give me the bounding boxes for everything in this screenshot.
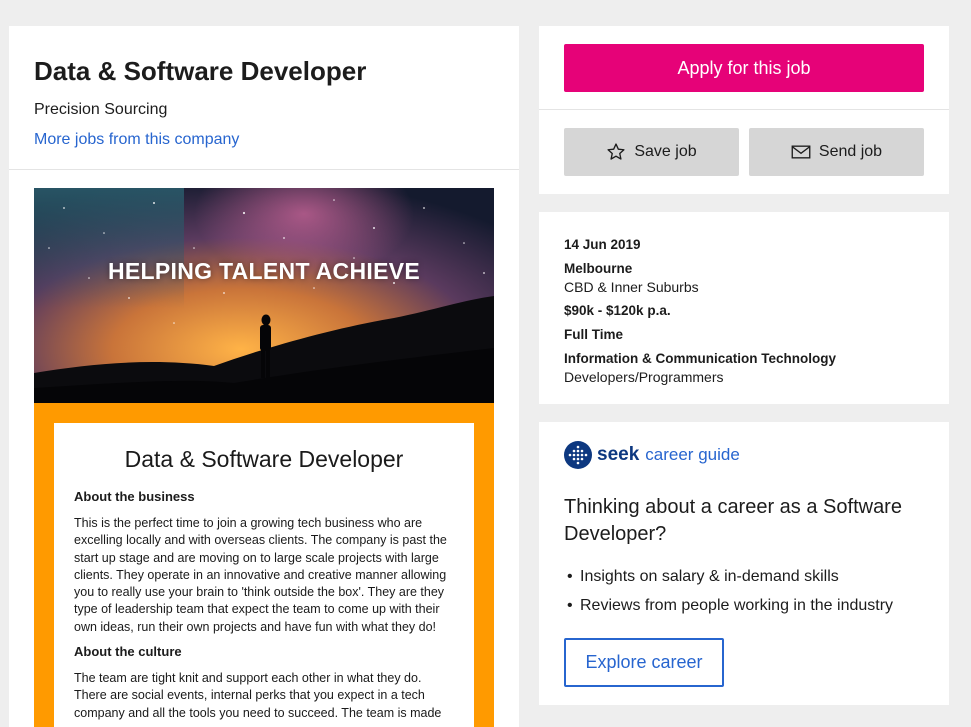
list-item-text: Insights on salary & in-demand skills	[580, 568, 839, 585]
job-salary: $90k - $120k p.a.	[564, 303, 671, 318]
section-body-culture: The team are tight knit and support each…	[74, 671, 442, 720]
job-classification: Information & Communication Technology	[564, 351, 836, 366]
save-job-button[interactable]: Save job	[564, 128, 739, 176]
section-heading-culture: About the culture	[74, 644, 182, 660]
send-job-label: Send job	[818, 143, 883, 160]
seek-logo-icon	[564, 441, 592, 469]
list-item-text: Reviews from people working in the indus…	[580, 597, 894, 614]
job-description-card: Data & Software Developer Precision Sour…	[9, 26, 519, 727]
job-banner-image: HELPING TALENT ACHIEVE	[34, 188, 494, 403]
divider	[539, 109, 949, 110]
list-item: • Reviews from people working in the indu…	[564, 591, 924, 620]
career-guide-label: career guide	[645, 445, 740, 464]
apply-card: Apply for this job Save job Send job	[539, 26, 949, 194]
job-title: Data & Software Developer	[34, 56, 367, 86]
listing-date: 14 Jun 2019	[564, 237, 641, 252]
career-guide-logo: seek career guide	[564, 440, 924, 470]
ad-frame: Data & Software Developer About the busi…	[34, 403, 494, 727]
work-type: Full Time	[564, 327, 624, 342]
list-item: • Insights on salary & in-demand skills	[564, 562, 924, 591]
job-details-card: 14 Jun 2019 Melbourne CBD & Inner Suburb…	[539, 212, 949, 404]
seek-brand: seek	[597, 444, 640, 465]
night-sky-illustration	[34, 188, 494, 403]
job-area: CBD & Inner Suburbs	[564, 279, 699, 295]
envelope-icon	[791, 145, 811, 159]
job-subclassification: Developers/Programmers	[564, 369, 724, 385]
more-jobs-link[interactable]: More jobs from this company	[34, 130, 239, 150]
send-job-button[interactable]: Send job	[749, 128, 924, 176]
ad-title: Data & Software Developer	[124, 446, 404, 472]
section-heading-business: About the business	[74, 489, 195, 504]
job-ad-content: Data & Software Developer About the busi…	[54, 423, 474, 727]
company-name: Precision Sourcing	[34, 101, 168, 118]
career-question: Thinking about a career as a Software De…	[564, 496, 902, 545]
section-body-business: This is the perfect time to join a growi…	[74, 516, 447, 634]
career-benefits-list: • Insights on salary & in-demand skills •…	[564, 562, 924, 620]
explore-career-button[interactable]: Explore career	[564, 638, 724, 687]
save-job-label: Save job	[634, 143, 697, 160]
career-guide-card: seek career guide Thinking about a caree…	[539, 422, 949, 705]
job-header: Data & Software Developer Precision Sour…	[9, 26, 519, 170]
job-location: Melbourne	[564, 261, 633, 276]
banner-tagline: HELPING TALENT ACHIEVE	[107, 258, 420, 284]
star-icon	[607, 143, 625, 160]
apply-button[interactable]: Apply for this job	[564, 44, 924, 92]
